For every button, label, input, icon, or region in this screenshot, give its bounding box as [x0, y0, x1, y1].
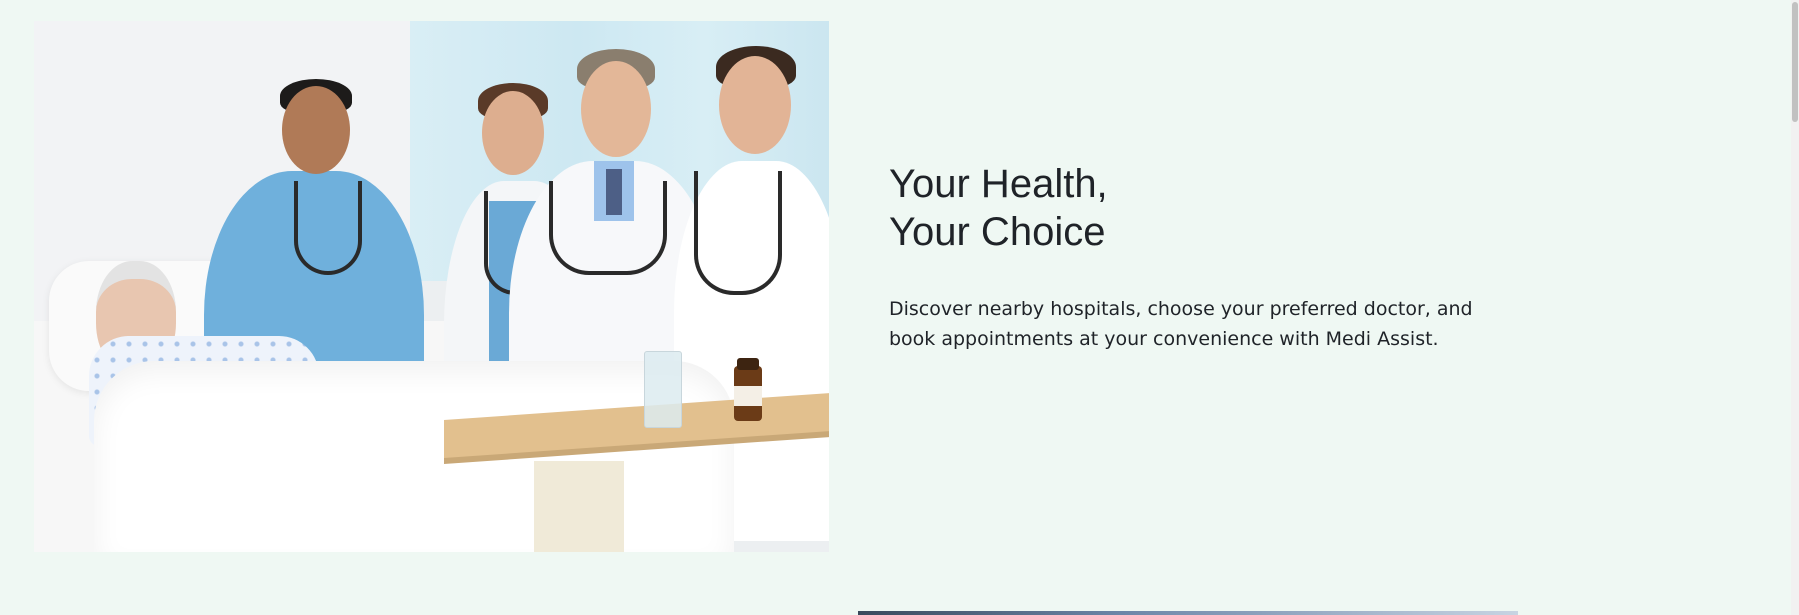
- next-section-image: [858, 611, 1518, 615]
- hero-title-line-2: Your Choice: [889, 210, 1106, 254]
- hero-title-line-1: Your Health,: [889, 162, 1108, 206]
- hero-title: Your Health, Your Choice: [889, 160, 1509, 256]
- hero-description: Discover nearby hospitals, choose your p…: [889, 298, 1473, 350]
- scrollbar[interactable]: [1791, 0, 1799, 615]
- page: Your Health, Your Choice Discover nearby…: [0, 0, 1799, 615]
- image-glass: [644, 351, 682, 428]
- image-blanket: [94, 361, 734, 552]
- scrollbar-thumb[interactable]: [1792, 2, 1798, 122]
- hero-text-block: Your Health, Your Choice Discover nearby…: [889, 160, 1509, 354]
- hero-doctors-patient-image: [34, 21, 829, 552]
- image-table-leg: [534, 461, 624, 552]
